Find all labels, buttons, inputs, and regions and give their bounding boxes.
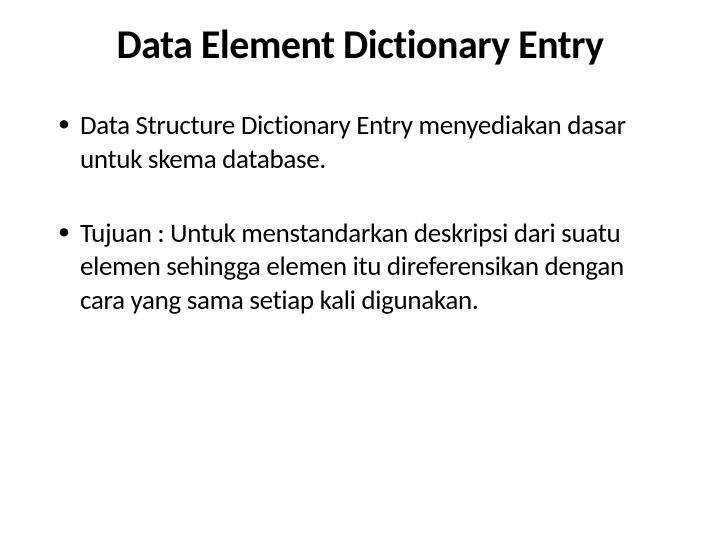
- slide-title: Data Element Dictionary Entry: [50, 20, 670, 69]
- bullet-item: Tujuan : Untuk menstandarkan deskripsi d…: [50, 217, 670, 318]
- bullet-item: Data Structure Dictionary Entry menyedia…: [50, 109, 670, 177]
- bullet-list: Data Structure Dictionary Entry menyedia…: [50, 109, 670, 318]
